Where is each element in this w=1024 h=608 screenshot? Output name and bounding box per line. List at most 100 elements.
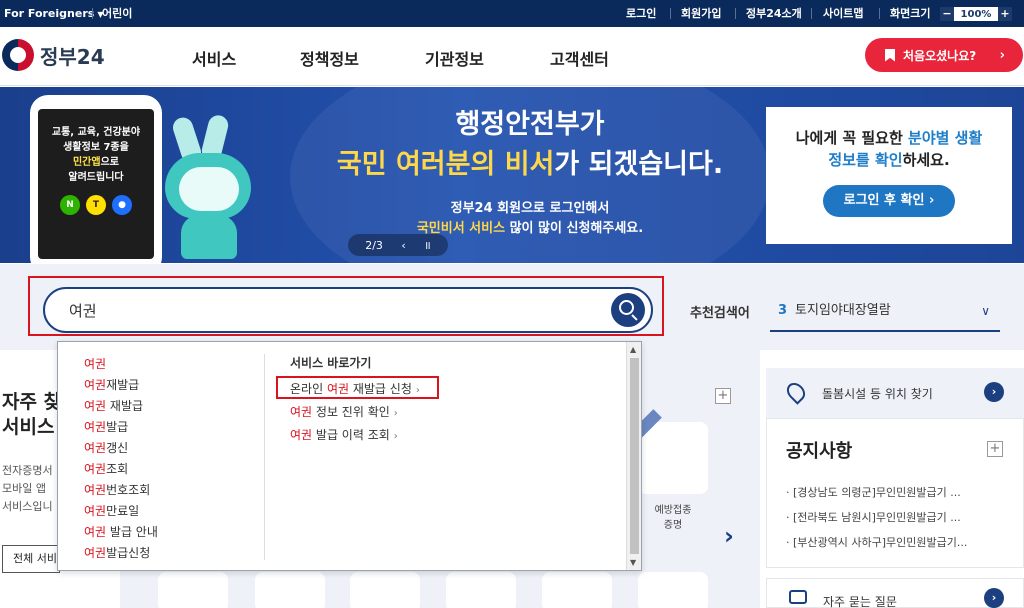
faq-text: 자주 묻는 질문	[823, 595, 897, 608]
service-tile[interactable]	[350, 572, 420, 608]
scroll-up-icon[interactable]: ▲	[630, 345, 636, 354]
recommended-label: 추천검색어	[690, 306, 750, 321]
signup-link[interactable]: 회원가입	[681, 0, 721, 27]
taegeuk-logo-icon	[2, 39, 34, 71]
desc-line: 서비스입니	[2, 500, 53, 513]
prev-slide-icon[interactable]: ‹	[401, 239, 405, 252]
suggestion-list: 여권 여권재발급 여권 재발급 여권발급 여권갱신 여권조회 여권번호조회 여권…	[84, 354, 158, 564]
site-logo[interactable]: 정부24	[2, 39, 105, 71]
login-card-highlight: 정보를 확인	[828, 151, 903, 169]
suggestion-rest: 발급	[106, 420, 129, 434]
service-tile[interactable]	[542, 572, 612, 608]
hero-banner[interactable]: 교통, 교육, 건강분야 생활정보 7종을 민간앱으로 알려드립니다 N T ●…	[0, 87, 1024, 263]
suggestion-item[interactable]: 여권조회	[84, 459, 158, 480]
plus-icon[interactable]: +	[715, 388, 731, 404]
zoom-label: 화면크기	[890, 7, 931, 20]
recommended-term: 토지임야대장열람	[795, 303, 891, 318]
suggestion-item[interactable]: 여권 재발급	[84, 396, 158, 417]
suggestion-item[interactable]: 여권재발급	[84, 375, 158, 396]
suggestion-item[interactable]: 여권번호조회	[84, 480, 158, 501]
chevron-down-icon[interactable]: ∨	[981, 296, 990, 326]
suggestion-rest: 조회	[106, 462, 129, 476]
phone-text-line: 생활정보 7종을	[63, 142, 129, 153]
service-tile[interactable]	[638, 572, 708, 608]
search-button[interactable]	[611, 293, 645, 327]
suggestion-keyword: 여권	[84, 546, 107, 560]
divider	[879, 8, 880, 19]
login-card-prefix: 나에게 꼭 필요한	[795, 129, 909, 147]
scroll-thumb[interactable]	[630, 358, 639, 554]
service-tile[interactable]	[158, 572, 228, 608]
chevron-right-icon: ›	[393, 431, 398, 442]
dropdown-scrollbar[interactable]: ▲ ▼	[626, 342, 641, 570]
zoom-in-button[interactable]: +	[998, 7, 1012, 21]
suggestion-keyword: 여권	[84, 357, 107, 371]
notice-text: [전라북도 남원시]무인민원발급기 ...	[793, 511, 961, 524]
suggestion-item[interactable]: 여권만료일	[84, 501, 158, 522]
arrow-right-icon[interactable]: ›	[984, 588, 1004, 608]
suggestion-keyword: 여권	[84, 525, 107, 539]
language-selector[interactable]: For Foreigners ▼	[0, 0, 103, 27]
login-link[interactable]: 로그인	[626, 0, 656, 27]
about-link[interactable]: 정부24소개	[746, 0, 802, 27]
suggestion-item[interactable]: 여권발급신청	[84, 543, 158, 564]
service-tile[interactable]	[255, 572, 325, 608]
notice-item[interactable]: · [경상남도 의령군]무인민원발급기 ...	[786, 484, 1012, 500]
suggestion-item[interactable]: 여권발급	[84, 417, 158, 438]
suggestion-item[interactable]: 여권갱신	[84, 438, 158, 459]
banner-title-line1: 행정안전부가	[455, 109, 605, 140]
notice-title: 공지사항	[786, 441, 853, 462]
vaccine-tile[interactable]	[632, 409, 708, 494]
suggestion-rest: 번호조회	[106, 483, 151, 497]
next-tiles-arrow-icon[interactable]: ›	[724, 522, 734, 550]
rabbit-mascot-illustration	[165, 113, 257, 259]
shortcut-link[interactable]: 여권 발급 이력 조회 ›	[290, 425, 420, 448]
suggestion-rest: 갱신	[106, 441, 129, 455]
nav-customer-center[interactable]: 고객센터	[550, 46, 609, 70]
divider	[264, 354, 265, 560]
search-box	[43, 287, 653, 333]
zoom-out-button[interactable]: −	[940, 7, 954, 21]
pause-icon[interactable]: ॥	[424, 238, 431, 253]
banner-pager: 2/3 ‹ ॥	[348, 234, 448, 256]
scroll-down-icon[interactable]: ▼	[630, 558, 636, 567]
nav-services[interactable]: 서비스	[192, 46, 236, 70]
kids-link[interactable]: 어린이	[102, 0, 132, 27]
shortcut-rest: 정보 진위 확인	[312, 405, 390, 419]
banner-title-rest: 가 되겠습니다.	[554, 149, 724, 180]
divider	[735, 8, 736, 19]
notice-text: [경상남도 의령군]무인민원발급기 ...	[793, 486, 961, 499]
all-services-button[interactable]: 전체 서비	[2, 545, 60, 573]
pager-count: 2/3	[365, 238, 383, 252]
suggestion-keyword: 여권	[84, 462, 107, 476]
phone-text-line: 민간앱으로	[72, 157, 119, 168]
plus-icon[interactable]: +	[987, 441, 1003, 457]
shortcut-link[interactable]: 여권 정보 진위 확인 ›	[290, 402, 420, 425]
desc-line: 모바일 앱	[2, 482, 46, 495]
nav-agency-info[interactable]: 기관정보	[425, 46, 484, 70]
app-icons: N T ●	[44, 195, 148, 215]
suggestion-item[interactable]: 여권	[84, 354, 158, 375]
shortcut-keyword: 여권	[290, 405, 313, 419]
notice-item[interactable]: · [부산광역시 사하구]무인민원발급기...	[786, 534, 1012, 550]
banner-title-line2: 국민 여러분의 비서가 되겠습니다.	[300, 145, 760, 185]
login-card-suffix: 하세요.	[902, 151, 950, 169]
nav-policy-info[interactable]: 정책정보	[300, 46, 359, 70]
search-input[interactable]	[69, 289, 589, 331]
banner-title-highlight: 국민 여러분의 비서	[336, 149, 555, 180]
suggestion-item[interactable]: 여권 발급 안내	[84, 522, 158, 543]
suggestion-keyword: 여권	[84, 420, 107, 434]
arrow-right-icon[interactable]: ›	[984, 382, 1004, 402]
phone-text-highlight: 민간앱	[72, 157, 101, 168]
desc-line: 전자증명서	[2, 464, 53, 477]
sitemap-link[interactable]: 사이트맵	[823, 0, 863, 27]
login-check-button[interactable]: 로그인 후 확인 ›	[823, 185, 955, 217]
chat-icon	[789, 590, 807, 604]
recommended-keyword[interactable]: 3 토지임야대장열람 ∨	[770, 296, 1000, 332]
banner-sub-line1: 정부24 회원으로 로그인해서	[450, 201, 610, 216]
service-tile[interactable]	[446, 572, 516, 608]
notice-item[interactable]: · [전라북도 남원시]무인민원발급기 ...	[786, 509, 1012, 525]
suggestion-rest: 발급 안내	[106, 525, 158, 539]
notice-text: [부산광역시 사하구]무인민원발급기...	[793, 536, 968, 549]
first-visit-button[interactable]: 처음오셨나요? ›	[865, 38, 1023, 72]
